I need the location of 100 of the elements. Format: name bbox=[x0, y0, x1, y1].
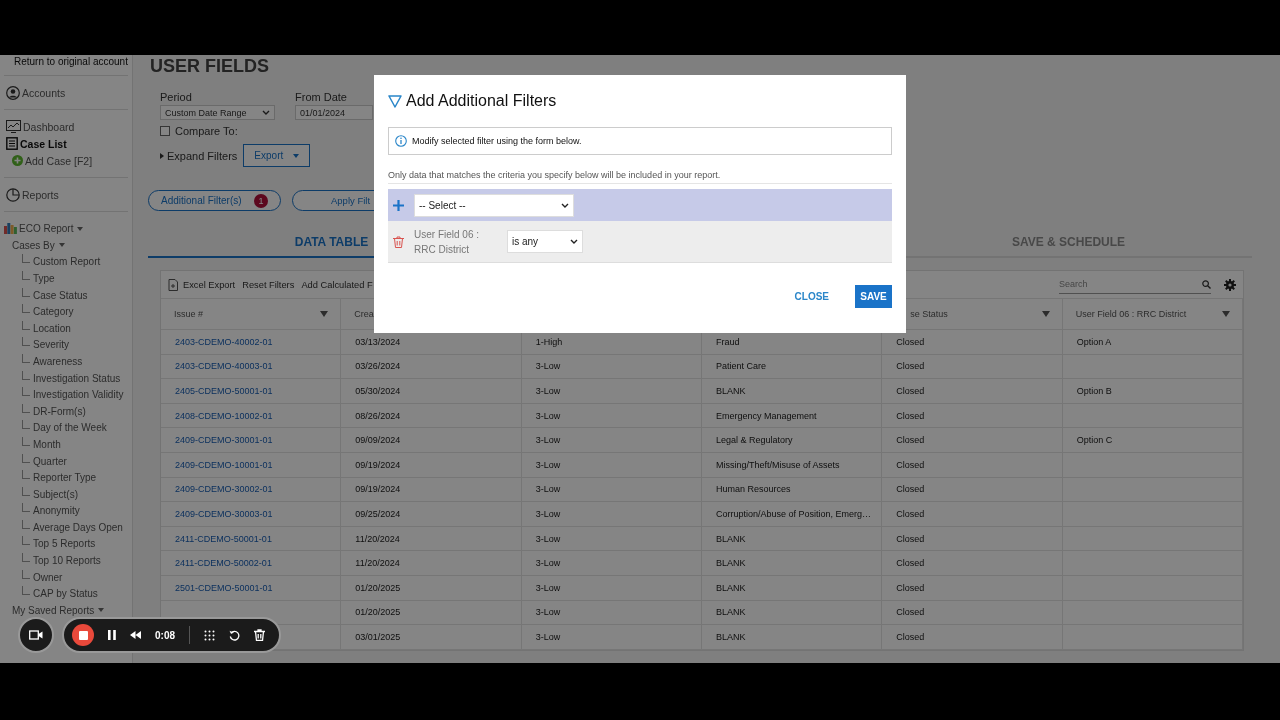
settings-icon[interactable] bbox=[1224, 278, 1236, 291]
plus-circle-icon bbox=[12, 155, 23, 166]
issue-link[interactable]: 2409-CDEMO-30001-01 bbox=[175, 435, 273, 446]
nav-item[interactable]: Case List bbox=[4, 135, 128, 152]
table-cell: Legal & Regulatory bbox=[702, 428, 883, 453]
table-cell: 3-Low bbox=[521, 625, 702, 650]
nav-item[interactable]: Add Case [F2] bbox=[4, 152, 128, 169]
report-link[interactable]: Severity bbox=[33, 339, 70, 351]
table-cell: Corruption/Abuse of Position, Emerg… bbox=[702, 502, 883, 527]
cases-by-group[interactable]: Cases By bbox=[4, 237, 128, 254]
report-link[interactable]: Type bbox=[33, 273, 55, 284]
column-header[interactable]: Issue # bbox=[161, 299, 342, 330]
header-label: User Field 06 : RRC District bbox=[1075, 309, 1187, 319]
report-link[interactable]: Average Days Open bbox=[33, 521, 123, 533]
count-badge: 1 bbox=[254, 193, 268, 208]
issue-link[interactable]: 2408-CDEMO-10002-01 bbox=[175, 410, 273, 421]
table-cell: Closed bbox=[882, 551, 1063, 576]
user-icon bbox=[6, 85, 20, 100]
column-header[interactable]: User Field 06 : RRC District bbox=[1062, 299, 1243, 330]
report-link[interactable]: Month bbox=[33, 438, 61, 450]
nav-item[interactable]: Reports bbox=[4, 186, 128, 203]
save-button[interactable]: SAVE bbox=[855, 285, 892, 308]
table-cell: Missing/Theft/Misuse of Assets bbox=[702, 452, 883, 478]
rewind-icon[interactable] bbox=[130, 631, 141, 639]
sort-caret-icon bbox=[320, 311, 329, 317]
caret-icon bbox=[58, 243, 65, 248]
table-cell: Option A bbox=[1062, 330, 1243, 355]
issue-link[interactable]: 2411-CDEMO-50001-01 bbox=[175, 533, 272, 544]
table-cell: BLANK bbox=[702, 625, 883, 650]
report-link[interactable]: Subject(s) bbox=[33, 488, 78, 500]
period-select[interactable]: Custom Date Range bbox=[160, 105, 275, 120]
report-link[interactable]: Investigation Status bbox=[33, 372, 121, 384]
document-icon bbox=[6, 137, 18, 150]
report-link[interactable]: Case Status bbox=[33, 289, 88, 301]
report-link[interactable]: Top 10 Reports bbox=[33, 555, 101, 567]
table-cell: 09/09/2024 bbox=[341, 428, 522, 453]
report-link[interactable]: DR-Form(s) bbox=[33, 405, 86, 417]
saved-reports-group[interactable]: My Saved Reports bbox=[4, 602, 128, 619]
report-group[interactable]: ECO Report bbox=[4, 220, 128, 237]
additional-filters-button[interactable]: Additional Filter(s) 1 bbox=[148, 190, 281, 211]
table-cell: Option B bbox=[1062, 379, 1243, 404]
caret-icon bbox=[98, 608, 105, 613]
report-link[interactable]: Top 5 Reports bbox=[33, 538, 96, 550]
issue-link[interactable]: 2403-CDEMO-40002-01 bbox=[175, 336, 273, 347]
report-link[interactable]: Awareness bbox=[33, 355, 83, 367]
stop-button[interactable] bbox=[72, 624, 94, 646]
bar-chart-icon bbox=[4, 223, 17, 234]
return-link[interactable]: Return to original account bbox=[4, 56, 128, 67]
report-link[interactable]: Quarter bbox=[33, 455, 67, 467]
table-cell: Emergency Management bbox=[702, 403, 883, 429]
report-link[interactable]: Custom Report bbox=[33, 256, 101, 268]
issue-link[interactable]: 2409-CDEMO-30002-01 bbox=[175, 484, 273, 495]
chart-icon bbox=[6, 120, 21, 133]
export-button[interactable]: Export bbox=[243, 144, 311, 167]
toolbar-link[interactable]: Add Calculated F bbox=[301, 279, 373, 290]
table-cell: Closed bbox=[882, 403, 1063, 429]
header-label: se Status bbox=[910, 309, 948, 319]
report-link[interactable]: CAP by Status bbox=[33, 588, 98, 600]
select-field[interactable]: -- Select -- bbox=[414, 193, 574, 217]
table-cell: 3-Low bbox=[521, 551, 702, 576]
table-cell: 01/20/2025 bbox=[341, 575, 522, 601]
issue-link[interactable]: 2409-CDEMO-30003-01 bbox=[175, 508, 273, 519]
plus-icon[interactable] bbox=[393, 199, 404, 211]
table-cell: Patient Care bbox=[702, 354, 883, 380]
expand-filters-link[interactable]: Expand Filters bbox=[167, 149, 238, 162]
table-cell: Closed bbox=[882, 452, 1063, 478]
report-link[interactable]: Reporter Type bbox=[33, 472, 97, 484]
table-cell: 03/01/2025 bbox=[341, 625, 522, 650]
nav-item[interactable]: Dashboard bbox=[4, 118, 128, 135]
table-cell: BLANK bbox=[702, 575, 883, 601]
report-link[interactable]: Anonymity bbox=[33, 505, 80, 517]
nav-item[interactable]: Accounts bbox=[4, 84, 128, 101]
toolbar-link[interactable]: Reset Filters bbox=[242, 279, 295, 290]
table-cell: 3-Low bbox=[521, 428, 702, 453]
table-cell: Closed bbox=[882, 354, 1063, 380]
expand-triangle-icon bbox=[160, 152, 164, 159]
report-link[interactable]: Owner bbox=[33, 571, 63, 583]
issue-link[interactable]: 2403-CDEMO-40003-01 bbox=[175, 361, 273, 372]
pause-icon[interactable] bbox=[108, 630, 116, 640]
restart-icon[interactable] bbox=[229, 629, 240, 641]
operator-select[interactable]: is any bbox=[507, 230, 583, 253]
table-cell: Human Resources bbox=[702, 477, 883, 503]
report-link[interactable]: Category bbox=[33, 306, 74, 318]
table-cell: 3-Low bbox=[521, 502, 702, 527]
table-cell: Closed bbox=[882, 625, 1063, 650]
date-field[interactable]: 01/01/2024 bbox=[295, 105, 373, 120]
table-cell: BLANK bbox=[702, 526, 883, 552]
close-button[interactable]: CLOSE bbox=[784, 285, 839, 308]
caret-icon bbox=[77, 226, 84, 231]
checkbox[interactable] bbox=[160, 126, 170, 136]
issue-link[interactable]: 2409-CDEMO-10001-01 bbox=[175, 459, 273, 470]
grid-dots-icon[interactable] bbox=[204, 629, 215, 641]
report-link[interactable]: Location bbox=[33, 322, 71, 334]
field-label: Period bbox=[160, 91, 192, 103]
issue-link[interactable]: 2501-CDEMO-50001-01 bbox=[175, 582, 273, 593]
toolbar-link[interactable]: Excel Export bbox=[183, 279, 236, 290]
issue-link[interactable]: 2411-CDEMO-50002-01 bbox=[175, 558, 272, 569]
report-link[interactable]: Day of the Week bbox=[33, 422, 107, 434]
issue-link[interactable]: 2405-CDEMO-50001-01 bbox=[175, 386, 273, 396]
report-link[interactable]: Investigation Validity bbox=[33, 389, 124, 401]
